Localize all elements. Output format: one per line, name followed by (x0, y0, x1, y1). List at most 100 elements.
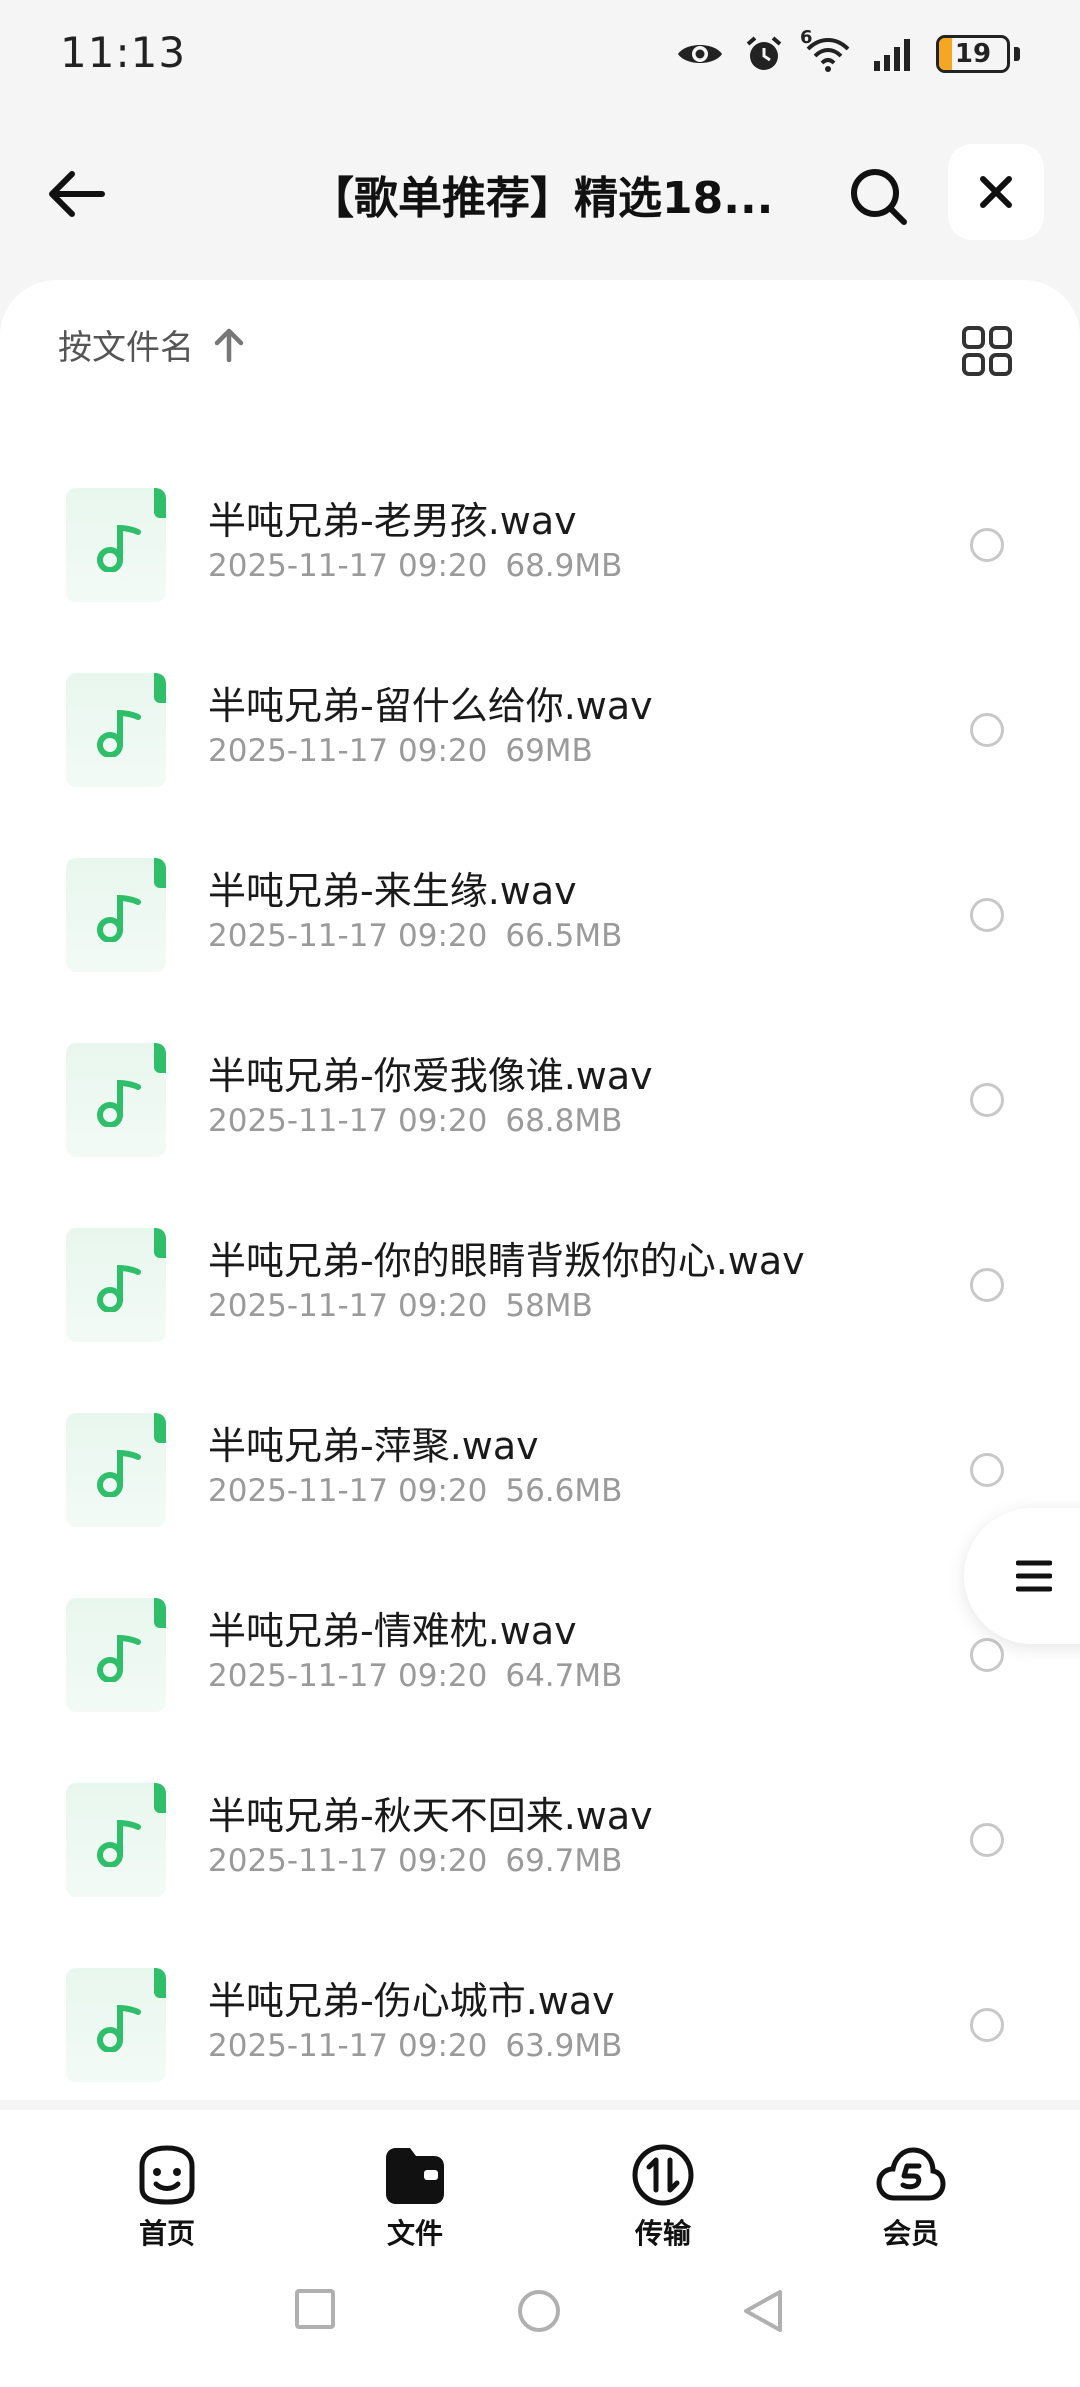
battery-icon: 19 (936, 35, 1010, 73)
file-name: 半吨兄弟-你爱我像谁.wav (208, 1054, 653, 1098)
battery-tip (1014, 47, 1020, 61)
file-size: 68.8MB (505, 1103, 623, 1139)
file-row[interactable]: 半吨兄弟-伤心城市.wav 2025-11-17 09:20 63.9MB (0, 1932, 1080, 2117)
file-row[interactable]: 半吨兄弟-你的眼睛背叛你的心.wav 2025-11-17 09:20 58MB (0, 1192, 1080, 1377)
file-row[interactable]: 半吨兄弟-萍聚.wav 2025-11-17 09:20 56.6MB (0, 1377, 1080, 1562)
select-radio[interactable] (970, 2008, 1004, 2042)
music-note-icon (97, 894, 141, 942)
file-icon-fold (154, 1783, 166, 1813)
back-button[interactable] (40, 158, 112, 230)
select-radio[interactable] (970, 898, 1004, 932)
top-app-bar: 【歌单推荐】精选18... (0, 140, 1080, 246)
battery-level: 19 (954, 39, 992, 69)
status-bar: 11:13 6 19 (0, 0, 1080, 110)
network-badge: 6 (800, 27, 813, 48)
sort-control[interactable]: 按文件名 (58, 320, 244, 369)
file-size: 66.5MB (505, 918, 623, 954)
smiley-home-icon (139, 2145, 195, 2205)
recents-button[interactable] (294, 2288, 336, 2334)
nav-label-files: 文件 (386, 2217, 443, 2250)
home-button[interactable] (516, 2288, 562, 2338)
file-row[interactable]: 半吨兄弟-情难枕.wav 2025-11-17 09:20 64.7MB (0, 1562, 1080, 1747)
file-date: 2025-11-17 09:20 (208, 1103, 488, 1139)
file-size: 64.7MB (505, 1658, 623, 1694)
file-name: 半吨兄弟-萍聚.wav (208, 1424, 539, 1468)
music-note-icon (97, 1634, 141, 1682)
music-note-icon (97, 2004, 141, 2052)
file-row[interactable]: 半吨兄弟-秋天不回来.wav 2025-11-17 09:20 69.7MB (0, 1747, 1080, 1932)
file-name: 半吨兄弟-老男孩.wav (208, 499, 577, 543)
file-size: 69.7MB (505, 1843, 623, 1879)
transfer-icon (632, 2144, 694, 2206)
file-icon-fold (154, 858, 166, 888)
arrow-up-icon (214, 328, 244, 362)
file-date: 2025-11-17 09:20 (208, 1288, 488, 1324)
music-note-icon (97, 1819, 141, 1867)
select-radio[interactable] (970, 1638, 1004, 1672)
music-file-icon (66, 1413, 166, 1527)
file-date: 2025-11-17 09:20 (208, 1843, 488, 1879)
file-icon-fold (154, 1598, 166, 1628)
file-browser-screen: 11:13 6 19 【歌单推荐】精选18... 按文件名 半吨兄弟-老男孩.w… (0, 0, 1080, 2387)
file-meta: 2025-11-17 09:20 69MB (208, 733, 593, 769)
file-meta: 2025-11-17 09:20 64.7MB (208, 1658, 622, 1694)
file-icon-fold (154, 1228, 166, 1258)
music-note-icon (97, 1264, 141, 1312)
file-meta: 2025-11-17 09:20 63.9MB (208, 2028, 622, 2064)
sort-label: 按文件名 (58, 328, 194, 368)
status-icons: 6 19 (676, 27, 1020, 78)
file-meta: 2025-11-17 09:20 69.7MB (208, 1843, 622, 1879)
nav-label-member: 会员 (882, 2217, 939, 2250)
back-nav-button[interactable] (742, 2288, 784, 2338)
select-radio[interactable] (970, 1268, 1004, 1302)
file-name: 半吨兄弟-留什么给你.wav (208, 684, 653, 728)
music-file-icon (66, 1043, 166, 1157)
select-radio[interactable] (970, 528, 1004, 562)
triangle-back-icon (744, 2290, 782, 2332)
file-date: 2025-11-17 09:20 (208, 918, 488, 954)
nav-item-transfer[interactable]: 传输 (583, 2144, 743, 2252)
bottom-navigation: 首页 文件 传输 会员 (0, 2110, 1080, 2250)
music-file-icon (66, 673, 166, 787)
nav-item-home[interactable]: 首页 (87, 2144, 247, 2252)
file-row[interactable]: 半吨兄弟-你爱我像谁.wav 2025-11-17 09:20 68.8MB (0, 1007, 1080, 1192)
music-note-icon (97, 1449, 141, 1497)
view-toggle-button[interactable] (954, 318, 1020, 384)
menu-lines-icon (1016, 1560, 1052, 1592)
music-note-icon (97, 524, 141, 572)
system-navigation-bar (0, 2250, 1080, 2387)
music-note-icon (97, 1079, 141, 1127)
file-meta: 2025-11-17 09:20 58MB (208, 1288, 593, 1324)
select-radio[interactable] (970, 713, 1004, 747)
file-date: 2025-11-17 09:20 (208, 548, 488, 584)
file-row[interactable]: 半吨兄弟-留什么给你.wav 2025-11-17 09:20 69MB (0, 637, 1080, 822)
circle-icon (518, 2290, 560, 2332)
file-meta: 2025-11-17 09:20 68.8MB (208, 1103, 622, 1139)
nav-label-transfer: 传输 (634, 2217, 691, 2250)
search-button[interactable] (840, 158, 916, 234)
nav-item-files[interactable]: 文件 (335, 2144, 495, 2252)
select-radio[interactable] (970, 1083, 1004, 1117)
nav-item-member[interactable]: 会员 (831, 2144, 991, 2252)
file-icon-fold (154, 1413, 166, 1443)
select-radio[interactable] (970, 1453, 1004, 1487)
file-name: 半吨兄弟-情难枕.wav (208, 1609, 577, 1653)
file-row[interactable]: 半吨兄弟-老男孩.wav 2025-11-17 09:20 68.9MB (0, 452, 1080, 637)
close-button[interactable] (948, 144, 1044, 240)
music-note-icon (97, 709, 141, 757)
music-file-icon (66, 858, 166, 972)
folder-icon (386, 2148, 444, 2204)
select-radio[interactable] (970, 1823, 1004, 1857)
file-size: 58MB (505, 1288, 593, 1324)
file-size: 68.9MB (505, 548, 623, 584)
file-date: 2025-11-17 09:20 (208, 1473, 488, 1509)
file-icon-fold (154, 1968, 166, 1998)
file-date: 2025-11-17 09:20 (208, 2028, 488, 2064)
arrow-left-icon (49, 171, 105, 217)
file-list-panel: 按文件名 半吨兄弟-老男孩.wav 2025-11-17 09:20 68.9MB 半… (0, 280, 1080, 2100)
square-icon (295, 2289, 335, 2329)
file-row[interactable]: 半吨兄弟-来生缘.wav 2025-11-17 09:20 66.5MB (0, 822, 1080, 1007)
music-file-icon (66, 1598, 166, 1712)
music-file-icon (66, 1228, 166, 1342)
file-size: 56.6MB (505, 1473, 623, 1509)
